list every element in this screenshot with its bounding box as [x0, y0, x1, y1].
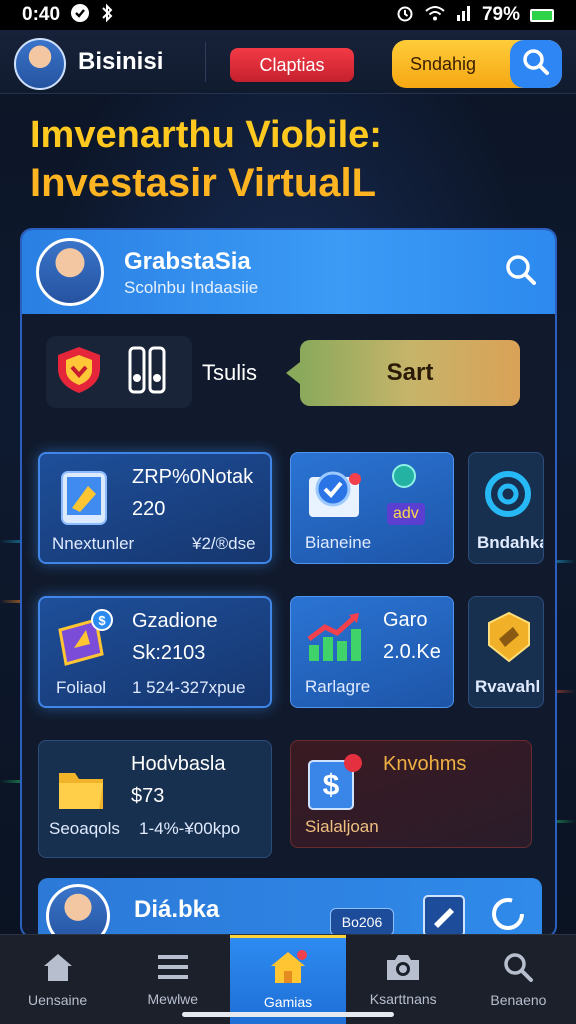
- trophy-badge-icon: [483, 611, 535, 668]
- card-label: Rarlagre: [305, 677, 371, 696]
- notification-icon: [70, 3, 90, 28]
- nav-item-search[interactable]: Benaeno: [461, 935, 576, 1024]
- card-garo[interactable]: Garo 2.0.Ke Rarlagre: [290, 596, 454, 708]
- shield-icon[interactable]: [52, 343, 106, 402]
- card-amount: ¥2/®dse: [192, 534, 256, 553]
- header-search-button[interactable]: [510, 40, 562, 88]
- card-amount: 1 524-327xpue: [132, 678, 246, 697]
- home-icon: [268, 949, 308, 988]
- panel-header: GrabstaSia Scolnbu Indaasiie: [22, 230, 555, 314]
- card-title: Garo: [383, 609, 428, 631]
- claptias-button[interactable]: Claptias: [230, 48, 354, 82]
- sync-icon[interactable]: [488, 894, 528, 939]
- nav-label: Mewlwe: [147, 991, 199, 1007]
- app-title: Bisinisi: [78, 48, 164, 75]
- card-title: ZRP%0Notak: [132, 466, 254, 488]
- profile-avatar[interactable]: [36, 238, 104, 306]
- dollar-document-icon: $: [305, 753, 365, 818]
- status-bar: 0:40 79%: [0, 0, 576, 30]
- card-label: Bianeine: [305, 533, 372, 552]
- nav-item-menu[interactable]: Mewlwe: [115, 935, 230, 1024]
- checkmark-icon: [305, 465, 365, 526]
- controller-icon[interactable]: [126, 342, 172, 403]
- card-label: Foliaol: [56, 678, 107, 697]
- folder-icon: [53, 759, 109, 820]
- card-value: $73: [131, 785, 165, 807]
- nav-label: Benaeno: [490, 992, 547, 1008]
- card-value: 2.0.Ke: [383, 641, 441, 663]
- panel-subtitle: Scolnbu Indaasiie: [124, 278, 259, 297]
- hero-heading: Imvenarthu Viobile: Investasir VirtualL: [30, 112, 382, 208]
- card-badge: adv: [387, 503, 425, 525]
- panel-search-button[interactable]: [499, 250, 543, 294]
- card-value: Sk:2103: [132, 642, 206, 664]
- search-icon: [503, 252, 539, 293]
- bottom-navigation: Uensaine Mewlwe Gamias Ksarttnans Benaen…: [0, 934, 576, 1024]
- signal-icon: [456, 5, 472, 26]
- search-icon: [521, 47, 551, 82]
- nav-item-games[interactable]: Gamias: [230, 935, 346, 1024]
- card-label: Rvavahl: [475, 677, 541, 696]
- battery-percent: 79%: [481, 4, 520, 25]
- card-amount: 1-4%-¥00kpo: [139, 819, 241, 838]
- hero-title-line2: Investasir VirtualL: [30, 161, 377, 205]
- action-icon-group: [46, 336, 192, 408]
- card-title: Hodvbasla: [131, 753, 226, 775]
- header-divider: [205, 42, 206, 82]
- bottom-card-title: Diá.bka: [134, 896, 220, 923]
- card-value: 220: [132, 498, 166, 520]
- globe-icon: [391, 463, 417, 494]
- ring-icon: [483, 469, 533, 524]
- nav-item-home[interactable]: Uensaine: [0, 935, 115, 1024]
- card-title: Gzadione: [132, 610, 218, 632]
- camera-icon: [385, 952, 421, 985]
- card-bndahka[interactable]: Bndahka: [468, 452, 544, 564]
- home-indicator[interactable]: [182, 1012, 394, 1017]
- tablet-icon: [58, 468, 110, 533]
- nav-item-camera[interactable]: Ksarttnans: [346, 935, 461, 1024]
- card-title: Knvohms: [383, 753, 467, 775]
- card-label: Sialaljoan: [305, 817, 379, 836]
- badge-icon: $: [50, 608, 116, 675]
- svg-text:$: $: [323, 769, 340, 802]
- card-hodvbasla[interactable]: Hodvbasla $73 Seoaqols 1-4%-¥00kpo: [38, 740, 272, 858]
- bluetooth-icon: [100, 3, 114, 28]
- hero-title-line1: Imvenarthu Viobile:: [30, 114, 382, 156]
- alarm-icon: [396, 4, 414, 27]
- home-icon: [41, 951, 75, 986]
- nav-label: Uensaine: [28, 992, 88, 1008]
- nav-label: Gamias: [263, 994, 313, 1010]
- status-time: 0:40: [22, 4, 61, 25]
- card-zrp[interactable]: ZRP%0Notak 220 Nnextunler ¥2/®dse: [38, 452, 272, 564]
- card-rvavahl[interactable]: Rvavahl: [468, 596, 544, 708]
- header-search-field[interactable]: Sndahig: [392, 40, 562, 88]
- nav-label: Ksarttnans: [369, 991, 437, 1007]
- bottom-card-chip[interactable]: Bo206: [330, 908, 394, 936]
- app-header: Bisinisi Claptias Sndahig: [0, 30, 576, 94]
- user-avatar[interactable]: [14, 38, 66, 90]
- card-bianeine[interactable]: adv Bianeine: [290, 452, 454, 564]
- search-icon: [502, 951, 534, 986]
- menu-icon: [156, 952, 190, 985]
- header-search-label: Sndahig: [410, 53, 477, 74]
- card-gzadione[interactable]: $ Gzadione Sk:2103 Foliaol 1 524-327xpue: [38, 596, 272, 708]
- card-knvohms[interactable]: $ Knvohms Sialaljoan: [290, 740, 532, 848]
- card-label: Seoaqols: [49, 819, 120, 838]
- start-button[interactable]: Sart: [286, 340, 520, 406]
- card-label: Bndahka: [477, 533, 544, 552]
- action-label: Tsulis: [202, 360, 258, 385]
- svg-text:$: $: [98, 613, 106, 628]
- growth-chart-icon: [305, 611, 363, 668]
- action-row: Tsulis Sart: [22, 330, 555, 410]
- wifi-icon: [424, 4, 446, 27]
- panel-title: GrabstaSia: [124, 248, 251, 275]
- main-panel: GrabstaSia Scolnbu Indaasiie Tsulis Sart…: [20, 228, 557, 938]
- battery-icon: [530, 8, 554, 22]
- card-label: Nnextunler: [52, 534, 135, 553]
